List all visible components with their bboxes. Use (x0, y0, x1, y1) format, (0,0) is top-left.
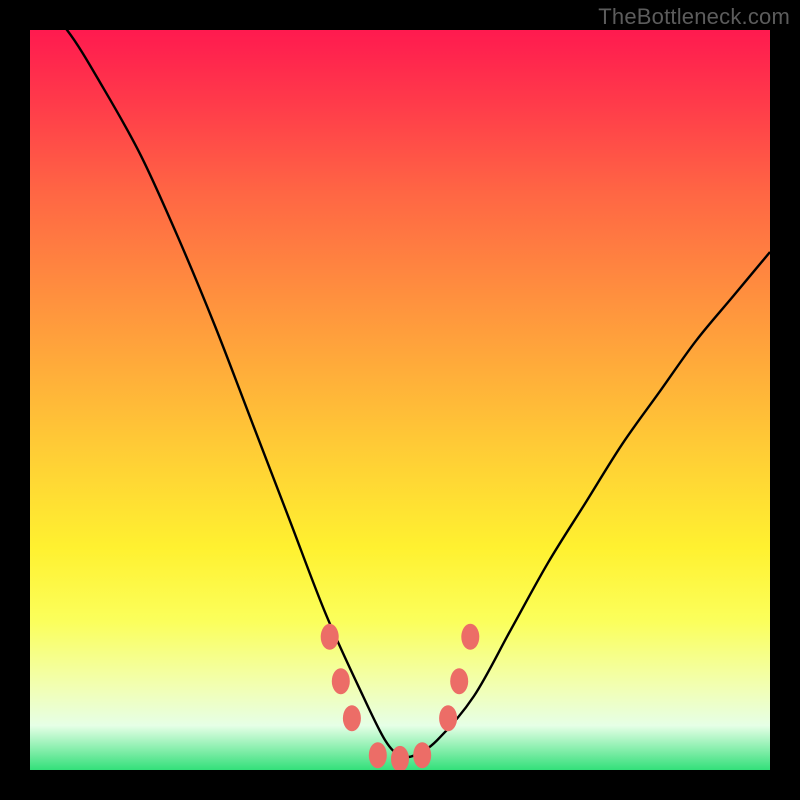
curve-marker (343, 705, 361, 731)
chart-svg (30, 30, 770, 770)
chart-frame: TheBottleneck.com (0, 0, 800, 800)
watermark-text: TheBottleneck.com (598, 4, 790, 30)
curve-marker (321, 624, 339, 650)
curve-marker (413, 742, 431, 768)
bottleneck-curve (30, 30, 770, 757)
curve-marker (391, 746, 409, 770)
curve-marker (461, 624, 479, 650)
curve-marker (450, 668, 468, 694)
chart-plot-area (30, 30, 770, 770)
curve-marker (369, 742, 387, 768)
curve-marker (332, 668, 350, 694)
curve-marker (439, 705, 457, 731)
curve-markers (321, 624, 480, 770)
